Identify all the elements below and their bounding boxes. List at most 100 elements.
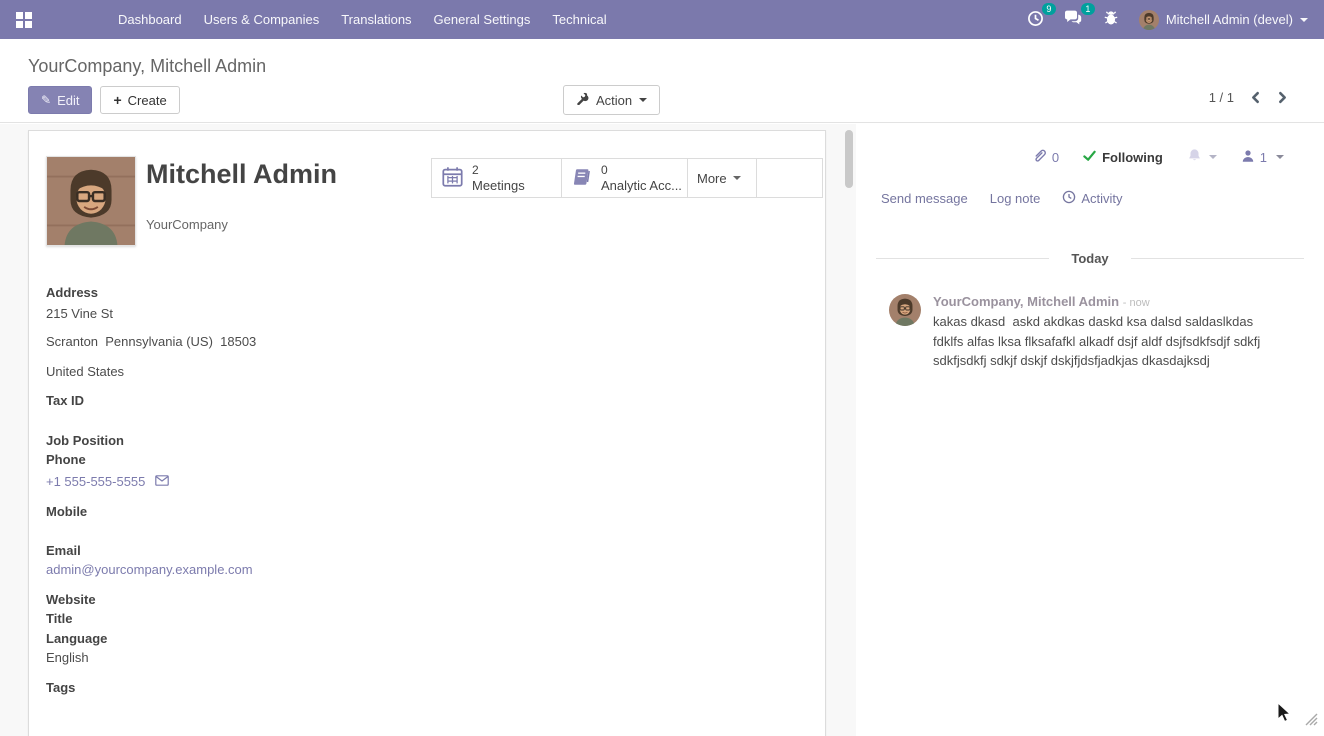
job-position-label: Job Position bbox=[46, 431, 466, 450]
main-content: Mitchell Admin YourCompany 2 bbox=[0, 124, 1324, 736]
following-button[interactable]: Following bbox=[1083, 150, 1163, 165]
contact-company-link[interactable]: YourCompany bbox=[146, 217, 228, 232]
activity-badge: 9 bbox=[1042, 3, 1056, 15]
check-icon bbox=[1083, 150, 1096, 165]
contact-name: Mitchell Admin bbox=[146, 159, 337, 190]
activity-clock-icon bbox=[1062, 190, 1076, 207]
log-note-link[interactable]: Log note bbox=[990, 190, 1041, 207]
chatter-message: YourCompany, Mitchell Admin - now kakas … bbox=[889, 294, 1304, 371]
resize-grip[interactable] bbox=[1303, 711, 1318, 731]
email-link[interactable]: admin@yourcompany.example.com bbox=[46, 562, 253, 577]
email-label: Email bbox=[46, 541, 466, 560]
mobile-label: Mobile bbox=[46, 502, 466, 521]
street-value: 215 Vine St bbox=[46, 304, 466, 323]
user-avatar bbox=[1139, 10, 1159, 30]
bug-icon bbox=[1103, 10, 1119, 29]
more-stat-button[interactable]: More bbox=[688, 159, 757, 197]
phone-link[interactable]: +1 555-555-5555 bbox=[46, 472, 145, 491]
control-panel: YourCompany, Mitchell Admin ✎ Edit + Cre… bbox=[0, 39, 1324, 123]
schedule-activity-link[interactable]: Activity bbox=[1062, 190, 1122, 207]
meetings-stat-button[interactable]: 2 Meetings bbox=[432, 159, 562, 197]
contact-fields: Address 215 Vine St Scranton Pennsylvani… bbox=[46, 283, 466, 697]
scrollbar-thumb[interactable] bbox=[845, 130, 853, 188]
language-value: English bbox=[46, 648, 466, 667]
chevron-down-icon bbox=[639, 98, 647, 102]
message-badge: 1 bbox=[1081, 3, 1095, 15]
menu-dashboard[interactable]: Dashboard bbox=[118, 12, 182, 27]
edit-button-label: Edit bbox=[57, 93, 79, 108]
following-label: Following bbox=[1102, 150, 1163, 165]
create-button-label: Create bbox=[128, 93, 167, 108]
chat-bubbles-icon bbox=[1064, 10, 1083, 29]
divider-line bbox=[1131, 258, 1304, 259]
edit-button[interactable]: ✎ Edit bbox=[28, 86, 92, 114]
pager-value: 1 / 1 bbox=[1209, 90, 1234, 105]
plus-icon: + bbox=[113, 93, 121, 107]
analytic-accounts-stat-button[interactable]: 0 Analytic Acc... bbox=[562, 159, 688, 197]
action-button-label: Action bbox=[596, 93, 632, 108]
activity-label: Activity bbox=[1081, 191, 1122, 206]
paperclip-icon bbox=[1032, 148, 1047, 166]
person-icon bbox=[1241, 149, 1255, 166]
website-label: Website bbox=[46, 590, 466, 609]
apps-grid-icon bbox=[16, 12, 32, 28]
message-author-avatar bbox=[889, 294, 921, 326]
message-body: kakas dkasd askd akdkas daskd ksa dalsd … bbox=[933, 312, 1285, 371]
more-label: More bbox=[697, 171, 727, 186]
meetings-count: 2 bbox=[472, 164, 479, 177]
action-menu-button[interactable]: Action bbox=[563, 85, 660, 115]
address-label: Address bbox=[46, 283, 466, 302]
debug-button[interactable] bbox=[1103, 10, 1119, 29]
date-label: Today bbox=[1071, 251, 1108, 266]
followers-button[interactable]: 1 bbox=[1241, 149, 1284, 166]
navbar-menus: Dashboard Users & Companies Translations… bbox=[118, 12, 607, 27]
pager-next-button[interactable] bbox=[1277, 91, 1288, 104]
phone-label: Phone bbox=[46, 450, 466, 469]
chevron-down-icon bbox=[1209, 155, 1217, 159]
chevron-down-icon bbox=[1276, 155, 1284, 159]
attachments-button[interactable]: 0 bbox=[1032, 148, 1059, 166]
apps-menu-button[interactable] bbox=[0, 0, 48, 39]
date-divider: Today bbox=[876, 251, 1304, 266]
top-navbar: Dashboard Users & Companies Translations… bbox=[0, 0, 1324, 39]
activity-clock-icon bbox=[1027, 10, 1044, 30]
contact-photo bbox=[46, 156, 136, 246]
subscription-bell-button[interactable] bbox=[1187, 148, 1217, 166]
chatter-actions: Send message Log note Activity bbox=[856, 166, 1324, 207]
bell-icon bbox=[1187, 148, 1202, 166]
chatter-toolbar: 0 Following bbox=[856, 124, 1324, 166]
language-label: Language bbox=[46, 629, 466, 648]
form-sheet: Mitchell Admin YourCompany 2 bbox=[28, 130, 826, 736]
tax-id-label: Tax ID bbox=[46, 391, 466, 410]
activities-button[interactable]: 9 bbox=[1027, 10, 1044, 30]
pager-previous-button[interactable] bbox=[1250, 91, 1261, 104]
analytic-accounts-label: Analytic Acc... bbox=[601, 179, 682, 192]
user-menu[interactable]: Mitchell Admin (devel) bbox=[1139, 10, 1308, 30]
pager: 1 / 1 bbox=[1209, 90, 1288, 105]
user-name-label: Mitchell Admin (devel) bbox=[1166, 12, 1293, 27]
odoo-window: Dashboard Users & Companies Translations… bbox=[0, 0, 1324, 736]
messages-button[interactable]: 1 bbox=[1064, 10, 1083, 29]
journal-book-icon bbox=[571, 166, 593, 191]
menu-users-companies[interactable]: Users & Companies bbox=[204, 12, 320, 27]
meetings-label: Meetings bbox=[472, 179, 525, 192]
create-button[interactable]: + Create bbox=[100, 86, 179, 114]
menu-general-settings[interactable]: General Settings bbox=[434, 12, 531, 27]
analytic-accounts-count: 0 bbox=[601, 164, 608, 177]
tags-label: Tags bbox=[46, 678, 466, 697]
menu-translations[interactable]: Translations bbox=[341, 12, 411, 27]
wrench-icon bbox=[576, 92, 589, 108]
send-message-link[interactable]: Send message bbox=[881, 190, 968, 207]
form-buttons: ✎ Edit + Create bbox=[28, 86, 180, 114]
breadcrumb: YourCompany, Mitchell Admin bbox=[28, 56, 1324, 77]
sms-envelope-icon[interactable] bbox=[155, 472, 169, 491]
pencil-icon: ✎ bbox=[41, 93, 51, 107]
city-state-zip-value: Scranton Pennsylvania (US) 18503 bbox=[46, 332, 466, 351]
chevron-down-icon bbox=[733, 176, 741, 180]
calendar-icon bbox=[441, 165, 464, 191]
stat-group-filler bbox=[757, 159, 822, 197]
country-value: United States bbox=[46, 362, 466, 381]
chatter-panel: 0 Following bbox=[856, 124, 1324, 736]
menu-technical[interactable]: Technical bbox=[552, 12, 606, 27]
message-author[interactable]: YourCompany, Mitchell Admin bbox=[933, 294, 1119, 309]
